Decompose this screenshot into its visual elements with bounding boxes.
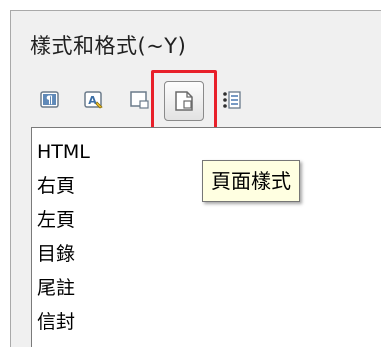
- svg-text:A: A: [88, 94, 97, 107]
- list-item[interactable]: 左頁: [37, 207, 75, 234]
- list-item[interactable]: 右頁: [37, 173, 75, 200]
- svg-text:¶: ¶: [46, 94, 53, 107]
- panel-title: 樣式和格式(~Y): [30, 34, 187, 58]
- paragraph-styles-button[interactable]: ¶: [38, 88, 62, 112]
- styles-sidebar-window: 樣式和格式(~Y) ¶ A HTML 右頁 左頁 目錄 尾註 信封 頁面樣式: [0, 0, 381, 347]
- paragraph-styles-icon: ¶: [40, 91, 59, 108]
- page-styles-tooltip: 頁面樣式: [202, 160, 300, 202]
- character-styles-icon: A: [84, 91, 103, 109]
- frame-styles-icon: [130, 91, 149, 109]
- list-styles-button[interactable]: [220, 88, 244, 112]
- page-styles-button[interactable]: [164, 81, 204, 121]
- list-item[interactable]: 尾註: [37, 275, 75, 302]
- character-styles-button[interactable]: A: [82, 88, 106, 112]
- frame-styles-button[interactable]: [128, 88, 152, 112]
- list-item[interactable]: HTML: [37, 139, 90, 166]
- list-item[interactable]: 信封: [37, 309, 75, 336]
- list-styles-icon: [223, 91, 241, 109]
- list-item[interactable]: 目錄: [37, 241, 75, 268]
- page-styles-icon: [175, 91, 193, 111]
